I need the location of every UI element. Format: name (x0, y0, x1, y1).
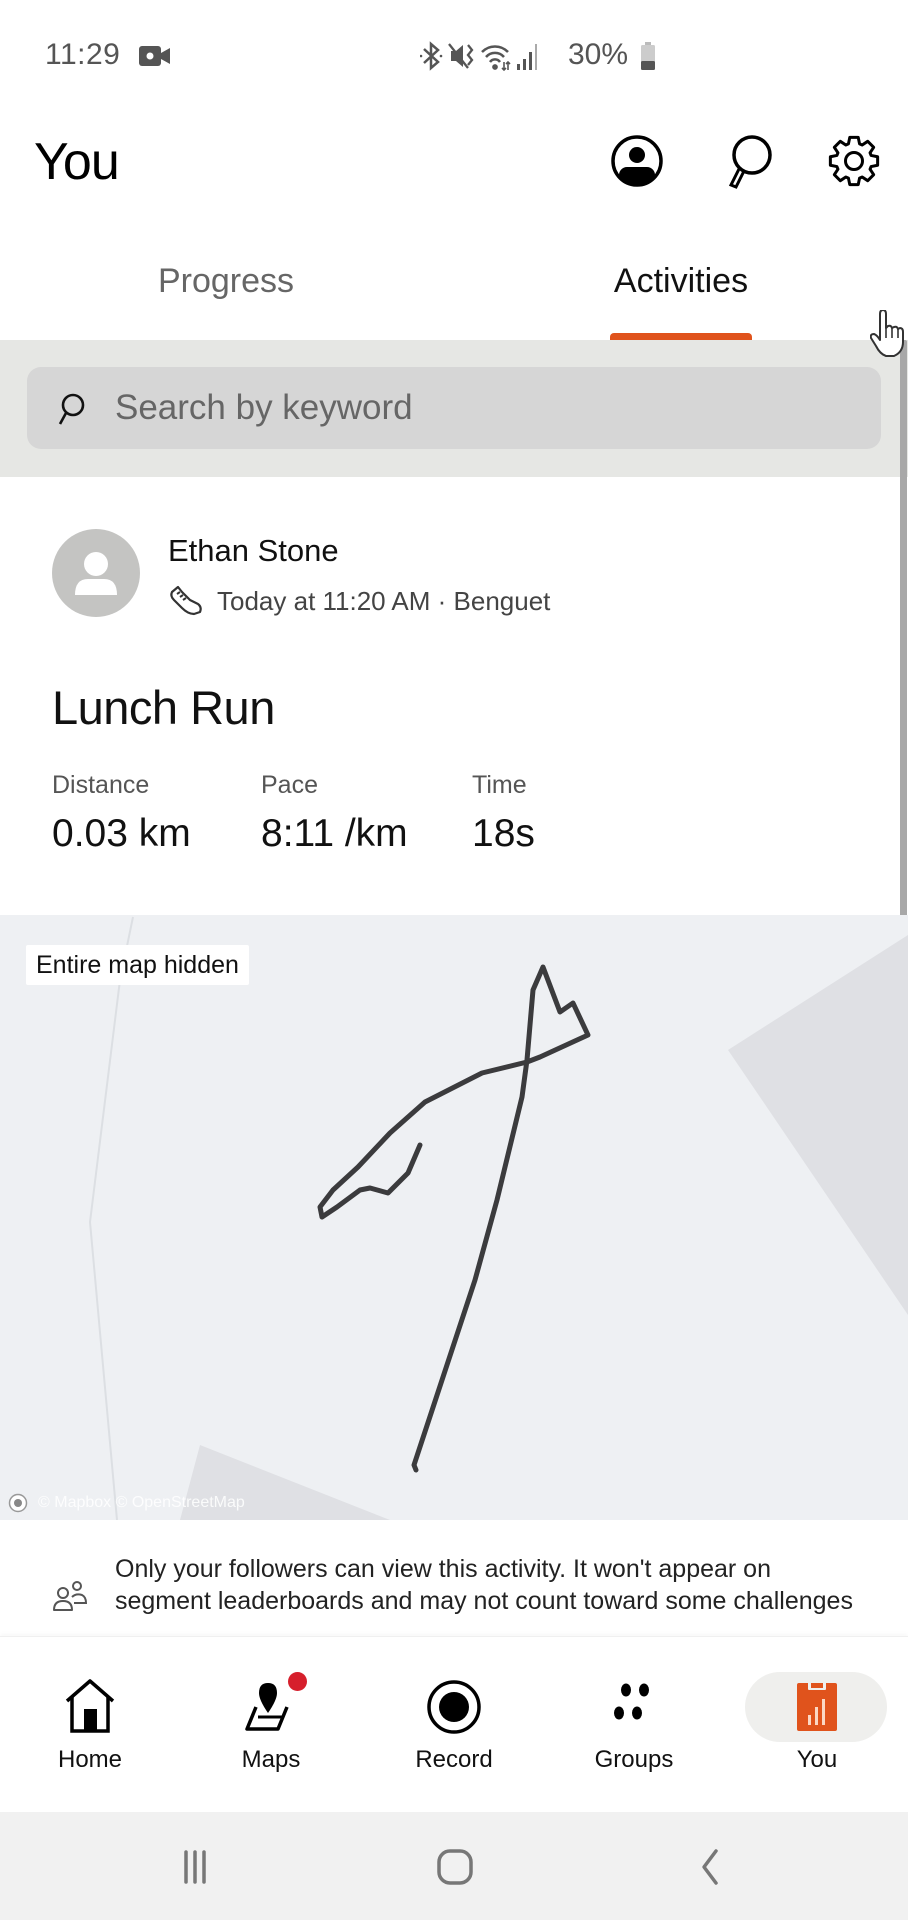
mouse-pointer-hand-icon (869, 309, 906, 363)
nav-you[interactable]: You (742, 1636, 892, 1806)
status-time: 11:29 (45, 38, 121, 71)
settings-button[interactable] (826, 133, 882, 189)
notification-dot (288, 1672, 307, 1691)
mapbox-logo-icon (8, 1493, 28, 1513)
tab-progress[interactable]: Progress (110, 262, 342, 332)
nav-groups-label: Groups (594, 1746, 674, 1773)
stat-time-value: 18s (472, 812, 535, 855)
profile-circle-icon (611, 135, 663, 187)
map-privacy-badge: Entire map hidden (26, 945, 249, 985)
gear-icon (828, 135, 880, 187)
activity-route (317, 964, 591, 1473)
search-icon (56, 392, 86, 431)
bluetooth-icon (419, 41, 443, 71)
map-road (88, 916, 134, 1520)
search-input[interactable] (115, 382, 855, 434)
activity-title[interactable]: Lunch Run (52, 680, 275, 735)
recent-apps-button[interactable] (172, 1842, 232, 1892)
stat-pace-value: 8:11 /km (261, 812, 408, 855)
activity-meta: Today at 11:20 AM · Benguet (217, 586, 551, 616)
followers-icon (52, 1580, 88, 1619)
nav-maps[interactable]: Maps (196, 1636, 346, 1806)
page-title: You (34, 133, 120, 191)
groups-icon (614, 1683, 649, 1720)
map-area-polygon (728, 935, 908, 1315)
athlete-name[interactable]: Ethan Stone (168, 533, 339, 569)
battery-percent: 30% (568, 38, 629, 71)
back-chevron-icon (702, 1849, 718, 1885)
signal-icon (517, 44, 537, 70)
avatar[interactable] (52, 529, 140, 617)
nav-groups[interactable]: Groups (559, 1636, 709, 1806)
status-icons (419, 40, 565, 77)
stat-distance-value: 0.03 km (52, 812, 191, 855)
recent-apps-icon (184, 1850, 206, 1884)
nav-record-label: Record (415, 1746, 493, 1773)
stat-distance-label: Distance (52, 771, 150, 799)
stat-time-label: Time (472, 771, 527, 799)
profile-button[interactable] (609, 133, 665, 189)
nav-home-label: Home (57, 1746, 123, 1773)
running-shoe-icon (168, 584, 204, 623)
nav-maps-label: Maps (241, 1746, 301, 1773)
video-record-icon (139, 45, 171, 72)
stat-pace-label: Pace (261, 771, 318, 799)
mute-vibrate-icon (448, 43, 474, 69)
back-button[interactable] (680, 1842, 740, 1892)
wifi-icon (481, 45, 511, 72)
default-avatar-icon (75, 552, 117, 595)
you-stats-icon (797, 1681, 837, 1731)
map-attribution-text: © Mapbox © OpenStreetMap (38, 1494, 245, 1511)
privacy-notice: Only your followers can view this activi… (115, 1555, 853, 1615)
record-icon (427, 1680, 481, 1734)
nav-record[interactable]: Record (379, 1636, 529, 1806)
home-outline-icon (437, 1849, 473, 1885)
system-home-button[interactable] (425, 1842, 485, 1892)
nav-you-label: You (796, 1746, 838, 1773)
search-icon (728, 135, 772, 189)
battery-icon (640, 42, 656, 75)
activity-map[interactable] (0, 915, 908, 1520)
tab-activities[interactable]: Activities (570, 262, 792, 332)
search-button[interactable] (721, 133, 777, 189)
home-icon (65, 1679, 115, 1733)
map-attribution[interactable]: © Mapbox © OpenStreetMap (8, 1493, 245, 1513)
nav-home[interactable]: Home (15, 1636, 165, 1806)
